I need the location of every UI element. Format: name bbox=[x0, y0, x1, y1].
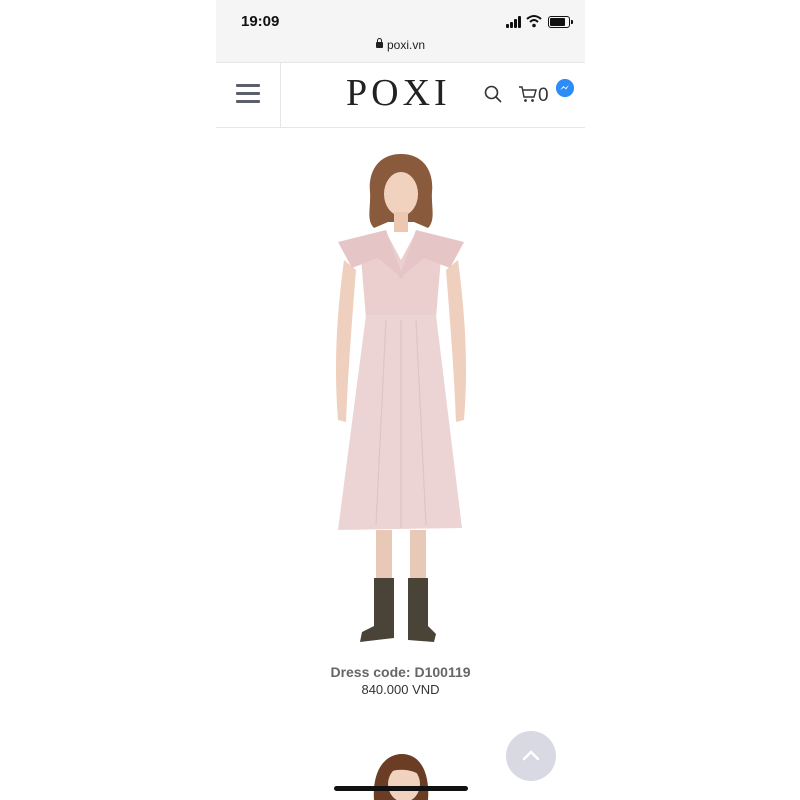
site-header: POXI 0 bbox=[216, 62, 585, 128]
site-logo[interactable]: POXI bbox=[346, 71, 451, 115]
product-code[interactable]: Dress code: D100119 bbox=[216, 664, 585, 680]
cart-count: 0 bbox=[538, 85, 549, 106]
chevron-up-icon bbox=[522, 750, 540, 761]
cart-icon[interactable] bbox=[518, 85, 538, 103]
model-left-arm bbox=[336, 260, 356, 422]
dress-skirt bbox=[338, 315, 462, 530]
wifi-icon bbox=[526, 15, 542, 28]
status-bar: 19:09 poxi.vn bbox=[216, 0, 585, 62]
model-right-arm bbox=[446, 260, 466, 422]
status-time: 19:09 bbox=[241, 13, 280, 30]
hamburger-icon bbox=[236, 84, 260, 87]
phone-screen: 19:09 poxi.vn POXI 0 Dress code: D100119… bbox=[216, 0, 585, 800]
lock-icon bbox=[375, 37, 383, 48]
cellular-signal-icon bbox=[506, 16, 522, 28]
home-indicator[interactable] bbox=[334, 786, 468, 791]
address-bar[interactable]: poxi.vn bbox=[216, 37, 585, 52]
battery-icon bbox=[548, 16, 573, 28]
scroll-to-top-button[interactable] bbox=[506, 731, 556, 781]
right-boot bbox=[408, 578, 436, 642]
model-face bbox=[384, 172, 418, 216]
search-icon[interactable] bbox=[484, 85, 502, 103]
product-image[interactable] bbox=[316, 150, 486, 650]
url-text: poxi.vn bbox=[386, 38, 426, 52]
messenger-icon[interactable] bbox=[556, 79, 574, 97]
product-price: 840.000 VND bbox=[361, 682, 440, 697]
left-boot bbox=[360, 578, 394, 642]
next-product-image[interactable] bbox=[366, 752, 436, 800]
menu-button[interactable] bbox=[216, 63, 281, 127]
